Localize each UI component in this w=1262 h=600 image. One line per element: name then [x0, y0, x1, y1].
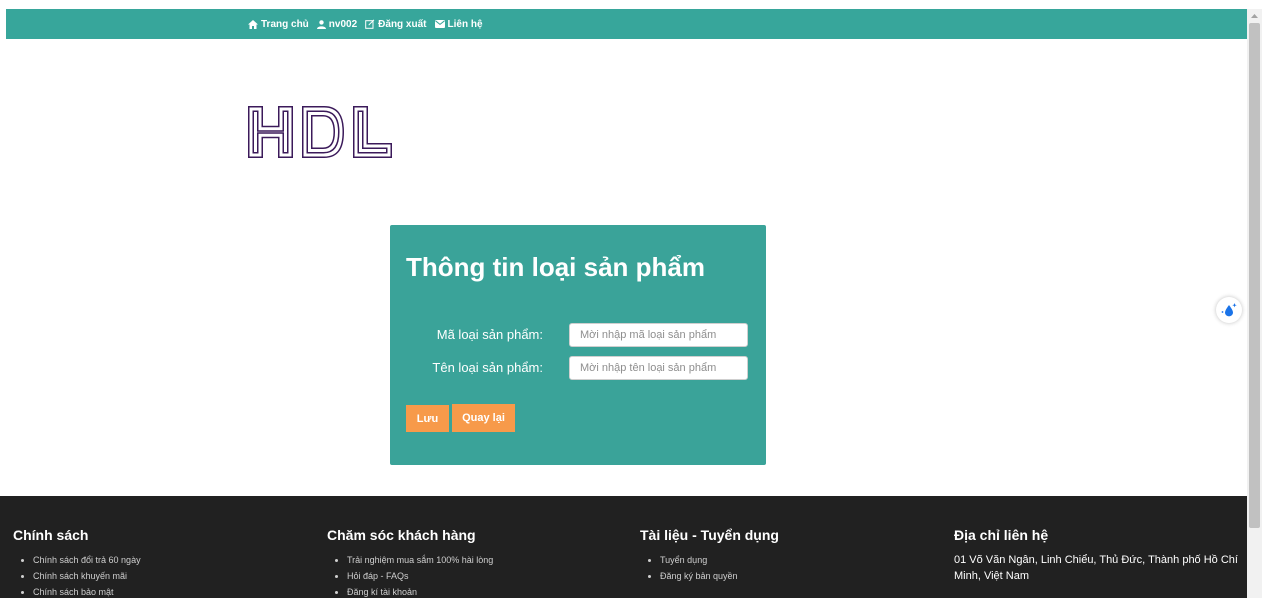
hdl-logo	[248, 106, 394, 163]
site-footer: Chính sách Chính sách đổi trả 60 ngày Ch…	[0, 496, 1247, 598]
footer-care-title: Chăm sóc khách hàng	[327, 527, 476, 543]
code-input[interactable]	[569, 323, 748, 347]
nav-contact-link[interactable]: Liên hệ	[434, 18, 483, 30]
name-label: Tên loại sản phẩm:	[432, 360, 543, 375]
assistant-widget-button[interactable]	[1216, 297, 1242, 323]
footer-policy-title: Chính sách	[13, 527, 89, 543]
nav-contact-label: Liên hệ	[447, 18, 483, 30]
footer-link[interactable]: Hỏi đáp - FAQs	[347, 568, 493, 584]
scroll-up-arrow-icon[interactable]	[1247, 9, 1262, 23]
envelope-icon	[434, 20, 445, 28]
water-drop-icon	[1221, 303, 1237, 317]
user-icon	[316, 19, 326, 29]
page-scrollbar[interactable]	[1247, 9, 1262, 598]
footer-link[interactable]: Đăng ký bản quyền	[660, 568, 779, 584]
code-row: Mã loại sản phẩm:	[390, 323, 766, 347]
nav-home-label: Trang chủ	[261, 18, 309, 30]
footer-address-section: Địa chỉ liên hệ 01 Võ Văn Ngân, Linh Chi…	[954, 527, 1239, 584]
product-type-form-card: Thông tin loại sản phẩm Mã loại sản phẩm…	[390, 225, 766, 465]
back-button[interactable]: Quay lại	[452, 404, 515, 432]
footer-link[interactable]: Chính sách khuyến mãi	[33, 568, 141, 584]
nav-logout-label: Đăng xuất	[378, 18, 427, 30]
edit-icon	[365, 19, 375, 29]
top-navbar: Trang chủ nv002 Đăng xuất Liên hệ	[6, 9, 1247, 39]
footer-link[interactable]: Tuyển dụng	[660, 552, 779, 568]
nav-logout-link[interactable]: Đăng xuất	[365, 18, 427, 30]
footer-policy-section: Chính sách Chính sách đổi trả 60 ngày Ch…	[13, 527, 141, 600]
home-icon	[248, 19, 258, 29]
footer-link[interactable]: Trải nghiệm mua sắm 100% hài lòng	[347, 552, 493, 568]
footer-docs-list: Tuyển dụng Đăng ký bản quyền	[640, 552, 779, 584]
name-input[interactable]	[569, 356, 748, 380]
footer-policy-list: Chính sách đổi trả 60 ngày Chính sách kh…	[13, 552, 141, 600]
footer-address-text: 01 Võ Văn Ngân, Linh Chiểu, Thủ Đức, Thà…	[954, 554, 1238, 582]
footer-link[interactable]: Chính sách đổi trả 60 ngày	[33, 552, 141, 568]
form-title: Thông tin loại sản phẩm	[406, 252, 705, 282]
main-nav: Trang chủ nv002 Đăng xuất Liên hệ	[248, 9, 483, 39]
scroll-thumb[interactable]	[1249, 23, 1260, 528]
footer-docs-title: Tài liệu - Tuyển dụng	[640, 527, 779, 543]
nav-home-link[interactable]: Trang chủ	[248, 19, 309, 30]
footer-address-title: Địa chỉ liên hệ	[954, 527, 1049, 543]
nav-user-link[interactable]: nv002	[316, 18, 358, 30]
footer-docs-section: Tài liệu - Tuyển dụng Tuyển dụng Đăng ký…	[640, 527, 779, 584]
footer-care-list: Trải nghiệm mua sắm 100% hài lòng Hỏi đá…	[327, 552, 493, 600]
code-label: Mã loại sản phẩm:	[436, 327, 543, 342]
save-button[interactable]: Lưu	[406, 405, 449, 432]
name-row: Tên loại sản phẩm:	[390, 356, 766, 380]
footer-care-section: Chăm sóc khách hàng Trải nghiệm mua sắm …	[327, 527, 493, 600]
nav-user-label: nv002	[328, 18, 358, 30]
